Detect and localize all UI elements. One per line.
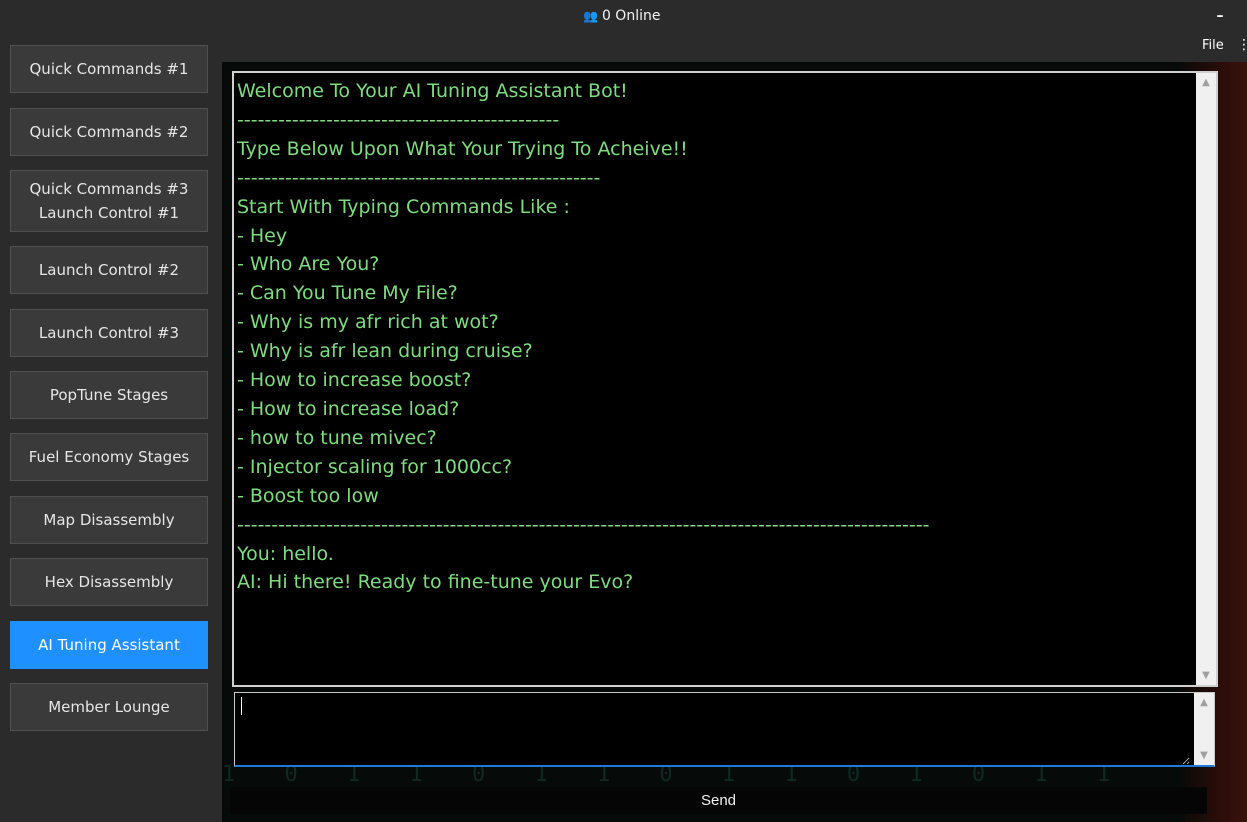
send-button[interactable]: Send <box>230 787 1207 814</box>
chat-line: - Hey <box>237 224 288 247</box>
chat-line: AI: Hi there! Ready to fine-tune your Ev… <box>237 571 634 594</box>
input-scrollbar[interactable]: ▲ ▼ <box>1194 693 1214 765</box>
file-menu[interactable]: File <box>1202 38 1224 53</box>
sidebar-item-label: Launch Control #3 <box>38 324 180 342</box>
sidebar-item-label: AI Tuning Assistant <box>38 636 180 654</box>
sidebar-item-label: Map Disassembly <box>43 511 175 529</box>
sidebar-item-ai-tuning-assistant[interactable]: AI Tuning Assistant <box>10 621 208 669</box>
sidebar-item-label: Launch Control #2 <box>38 261 180 279</box>
chat-line: ----------------------------------------… <box>237 108 560 131</box>
chat-line: Start With Typing Commands Like : <box>237 195 570 218</box>
people-icon: 👥 <box>583 9 598 23</box>
chat-line: - Can You Tune My File? <box>237 282 458 305</box>
sidebar-item-map-disassembly[interactable]: Map Disassembly <box>10 496 208 544</box>
title-bar: 👥 0 Online – <box>0 0 1247 38</box>
sidebar-item-fuel-economy-stages[interactable]: Fuel Economy Stages <box>10 433 208 481</box>
chat-line: ----------------------------------------… <box>237 166 601 189</box>
chat-line: ----------------------------------------… <box>237 513 930 536</box>
sidebar-item-member-lounge[interactable]: Member Lounge <box>10 683 208 731</box>
sidebar-item-label: Quick Commands #2 <box>29 123 189 141</box>
more-icon[interactable]: ⋮ <box>1237 37 1247 53</box>
online-count: 0 Online <box>601 8 661 24</box>
output-scrollbar[interactable]: ▲ ▼ <box>1196 73 1216 685</box>
chat-line: You: hello. <box>237 542 334 565</box>
sidebar-item-quick-commands-3[interactable]: Quick Commands #3 Launch Control #1 <box>10 170 208 232</box>
chat-output: Welcome To Your AI Tuning Assistant Bot!… <box>232 71 1218 687</box>
scroll-up-icon[interactable]: ▲ <box>1194 697 1214 708</box>
chat-line: Type Below Upon What Your Trying To Ache… <box>237 137 688 160</box>
sidebar-item-label: Quick Commands #3 <box>29 180 189 198</box>
sidebar-item-label: Fuel Economy Stages <box>28 448 190 466</box>
sidebar-item-label: Quick Commands #1 <box>29 60 189 78</box>
chat-line: - Injector scaling for 1000cc? <box>237 455 513 478</box>
chat-line: Welcome To Your AI Tuning Assistant Bot! <box>237 80 628 102</box>
sidebar-item-sublabel: Launch Control #1 <box>38 204 180 222</box>
chat-line: - Boost too low <box>237 484 379 507</box>
sidebar-item-quick-commands-1[interactable]: Quick Commands #1 <box>10 45 208 93</box>
scroll-up-icon[interactable]: ▲ <box>1196 77 1216 88</box>
chat-line: - how to tune mivec? <box>237 426 437 449</box>
scroll-down-icon[interactable]: ▼ <box>1194 750 1214 761</box>
chat-line: - Why is afr lean during cruise? <box>237 340 533 363</box>
chat-line: - Who Are You? <box>237 253 380 276</box>
sidebar: Quick Commands #1 Quick Commands #2 Quick … <box>0 38 220 822</box>
sidebar-item-launch-control-2[interactable]: Launch Control #2 <box>10 246 208 294</box>
sidebar-item-quick-commands-2[interactable]: Quick Commands #2 <box>10 108 208 156</box>
chat-transcript: Welcome To Your AI Tuning Assistant Bot!… <box>237 77 1197 597</box>
chat-input-box: ▲ ▼ <box>234 692 1215 767</box>
sidebar-item-label: PopTune Stages <box>49 386 169 404</box>
minimize-button[interactable]: – <box>1214 9 1226 23</box>
online-status: 👥 0 Online <box>583 8 660 24</box>
sidebar-item-hex-disassembly[interactable]: Hex Disassembly <box>10 558 208 606</box>
scroll-down-icon[interactable]: ▼ <box>1196 670 1216 681</box>
sidebar-item-launch-control-3[interactable]: Launch Control #3 <box>10 309 208 357</box>
message-input[interactable] <box>235 693 1190 765</box>
sidebar-item-poptune-stages[interactable]: PopTune Stages <box>10 371 208 419</box>
sidebar-item-label: Member Lounge <box>48 698 170 716</box>
chat-line: - How to increase load? <box>237 397 460 420</box>
chat-line: - How to increase boost? <box>237 369 472 392</box>
sidebar-item-label: Hex Disassembly <box>44 573 174 591</box>
chat-line: - Why is my afr rich at wot? <box>237 311 499 334</box>
